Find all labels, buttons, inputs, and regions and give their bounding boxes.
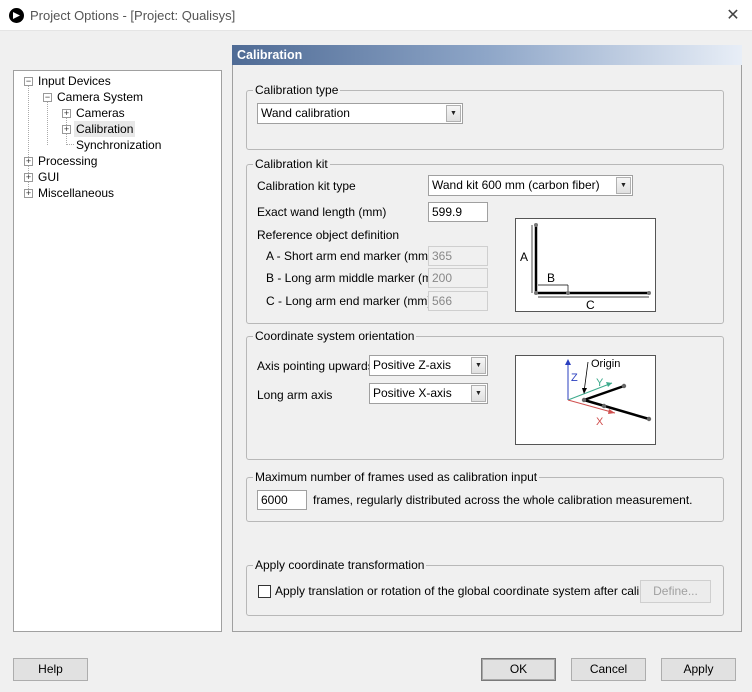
tree-item-label: GUI <box>38 170 60 184</box>
axis-up-label: Axis pointing upwards <box>257 359 374 373</box>
apply-button[interactable]: Apply <box>661 658 736 681</box>
expand-icon[interactable]: + <box>24 157 33 166</box>
y-label: Y <box>596 377 604 389</box>
z-arrow-icon <box>565 359 571 365</box>
c-marker-input: 566 <box>428 291 488 311</box>
diagram-label-c: C <box>586 298 595 311</box>
calibration-kit-group: Calibration kit Calibration kit type Wan… <box>246 157 724 324</box>
group-title: Maximum number of frames used as calibra… <box>253 470 540 484</box>
marker-dot <box>566 291 570 295</box>
select-value: Positive Z-axis <box>373 358 452 372</box>
marker-dot <box>647 291 651 295</box>
diagram-label-b: B <box>547 271 555 285</box>
max-frames-suffix: frames, regularly distributed across the… <box>313 493 693 507</box>
marker-dot <box>621 383 627 389</box>
marker-dot <box>581 397 587 403</box>
tree-item-label: Camera System <box>57 90 144 104</box>
chevron-down-icon[interactable]: ▼ <box>471 385 486 402</box>
origin-label: Origin <box>591 358 620 370</box>
tree-item-label: Cameras <box>76 106 125 120</box>
tree-connector <box>47 101 48 145</box>
max-frames-group: Maximum number of frames used as calibra… <box>246 470 724 522</box>
expand-icon[interactable]: + <box>62 125 71 134</box>
group-title: Calibration kit <box>253 157 330 171</box>
c-marker-label: C - Long arm end marker (mm) <box>266 294 432 308</box>
a-marker-label: A - Short arm end marker (mm) <box>266 249 433 263</box>
collapse-icon[interactable]: − <box>24 77 33 86</box>
wand-length-input[interactable]: 599.9 <box>428 202 488 222</box>
kit-type-select[interactable]: Wand kit 600 mm (carbon fiber) ▼ <box>428 175 633 196</box>
tree-item-label: Input Devices <box>38 74 111 88</box>
ref-object-label: Reference object definition <box>257 228 400 242</box>
close-icon[interactable]: ✕ <box>722 5 744 27</box>
transform-group: Apply coordinate transformation Apply tr… <box>246 558 724 616</box>
x-label: X <box>596 416 604 428</box>
z-label: Z <box>571 372 578 384</box>
expand-icon[interactable]: + <box>24 173 33 182</box>
marker-dot <box>534 291 538 295</box>
panel-title: Calibration <box>232 45 742 65</box>
kit-type-label: Calibration kit type <box>257 179 356 193</box>
b-marker-label: B - Long arm middle marker (mm) <box>266 271 447 285</box>
chevron-down-icon[interactable]: ▼ <box>446 105 461 122</box>
origin-pointer <box>583 361 589 393</box>
wand-length-label: Exact wand length (mm) <box>257 205 387 219</box>
group-title: Apply coordinate transformation <box>253 558 427 572</box>
long-arm-select[interactable]: Positive X-axis ▼ <box>369 383 488 404</box>
long-arm-label: Long arm axis <box>257 388 333 402</box>
tree-item-label: Calibration <box>74 121 136 137</box>
expand-icon[interactable]: + <box>62 109 71 118</box>
tree-connector <box>66 144 74 145</box>
tree-item-label: Processing <box>38 154 98 168</box>
coordinate-diagram: Origin Z Y X <box>515 355 656 445</box>
select-value: Wand calibration <box>261 106 350 120</box>
expand-icon[interactable]: + <box>24 189 33 198</box>
coordinate-system-group: Coordinate system orientation Axis point… <box>246 329 724 460</box>
title-bar: Project Options - [Project: Qualisys] ✕ <box>0 0 752 31</box>
diagram-label-a: A <box>520 250 528 264</box>
options-tree[interactable]: − Input Devices − Camera System + Camera… <box>13 70 222 632</box>
axis-up-select[interactable]: Positive Z-axis ▼ <box>369 355 488 376</box>
collapse-icon[interactable]: − <box>43 93 52 102</box>
app-logo-icon <box>9 8 24 23</box>
max-frames-input[interactable]: 6000 <box>257 490 307 510</box>
calibration-type-group: Calibration type Wand calibration ▼ <box>246 83 724 150</box>
calibration-panel: Calibration type Wand calibration ▼ Cali… <box>232 65 742 632</box>
marker-dot <box>534 223 538 227</box>
define-button[interactable]: Define... <box>640 580 711 603</box>
marker-dot <box>601 403 607 409</box>
transform-checkbox-label[interactable]: Apply translation or rotation of the glo… <box>275 584 676 598</box>
help-button[interactable]: Help <box>13 658 88 681</box>
tree-item-label: Miscellaneous <box>38 186 115 200</box>
b-marker-input: 200 <box>428 268 488 288</box>
cancel-button[interactable]: Cancel <box>571 658 646 681</box>
group-title: Coordinate system orientation <box>253 329 417 343</box>
transform-checkbox[interactable] <box>258 585 271 598</box>
marker-dot <box>646 416 652 422</box>
window-title: Project Options - [Project: Qualisys] <box>30 8 236 23</box>
short-arm <box>583 384 625 402</box>
chevron-down-icon[interactable]: ▼ <box>471 357 486 374</box>
wand-kit-diagram: A B C <box>515 218 656 312</box>
select-value: Positive X-axis <box>373 386 452 400</box>
group-title: Calibration type <box>253 83 341 97</box>
select-value: Wand kit 600 mm (carbon fiber) <box>432 178 600 192</box>
a-marker-input: 365 <box>428 246 488 266</box>
long-arm <box>583 398 650 421</box>
tree-item-label: Synchronization <box>76 138 162 152</box>
calibration-type-select[interactable]: Wand calibration ▼ <box>257 103 463 124</box>
ok-button[interactable]: OK <box>481 658 556 681</box>
chevron-down-icon[interactable]: ▼ <box>616 177 631 194</box>
